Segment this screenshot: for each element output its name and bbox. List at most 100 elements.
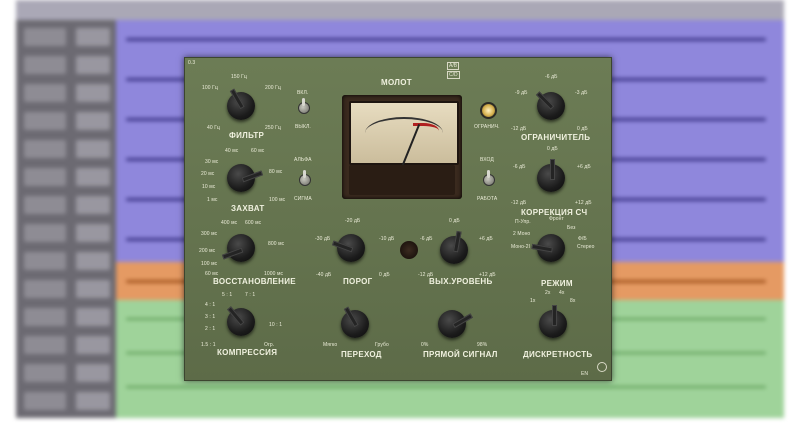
- power-on-label: ВКЛ.: [297, 90, 309, 96]
- release-title: ВОССТАНОВЛЕНИЕ: [213, 277, 296, 286]
- daw-titlebar: [16, 0, 784, 20]
- limiter-tick: -12 дБ: [511, 126, 527, 132]
- discrete-tick: 1x: [530, 298, 536, 304]
- meter-adjust-screw[interactable]: [400, 241, 418, 259]
- language-toggle[interactable]: EN: [581, 371, 588, 377]
- lowcorr-tick: +12 дБ: [575, 200, 592, 206]
- lowcorr-tick: +6 дБ: [577, 164, 591, 170]
- version-label: 0.3: [188, 60, 196, 66]
- filter-tick: 200 Гц: [265, 85, 281, 91]
- limiter-lamp-label: ОГРАНИЧ.: [474, 124, 500, 130]
- threshold-tick: 0 дБ: [379, 272, 390, 278]
- attack-tick: 40 мс: [225, 148, 239, 154]
- ab-badge[interactable]: A/B: [447, 62, 460, 70]
- preset-badge[interactable]: C/D: [447, 71, 460, 79]
- lowcorr-tick: -6 дБ: [513, 164, 526, 170]
- transition-knob[interactable]: [338, 306, 372, 341]
- limiter-tick: -6 дБ: [545, 74, 558, 80]
- meter-face: [349, 101, 459, 168]
- discrete-knob[interactable]: [536, 305, 570, 341]
- output-knob[interactable]: [437, 230, 471, 267]
- input-label: ВХОД: [480, 157, 494, 163]
- filter-tick: 250 Гц: [265, 125, 281, 131]
- sigma-label: СИГМА: [294, 196, 312, 202]
- lowcorr-tick: -12 дБ: [511, 200, 527, 206]
- compression-knob[interactable]: [224, 305, 258, 339]
- threshold-tick: -20 дБ: [345, 218, 361, 224]
- output-tick: 0 дБ: [449, 218, 460, 224]
- output-tick: +6 дБ: [479, 236, 493, 242]
- threshold-tick: -30 дБ: [315, 236, 331, 242]
- plugin-title: МОЛОТ: [381, 78, 412, 87]
- filter-tick: 40 Гц: [207, 125, 221, 131]
- release-tick: 200 мс: [199, 248, 216, 254]
- hammer-logo-icon: [597, 362, 607, 372]
- dry-tick: 0%: [421, 342, 429, 348]
- attack-tick: 1 мс: [207, 197, 218, 203]
- attack-tick: 80 мс: [269, 169, 283, 175]
- mode-tick: Фронт: [549, 216, 564, 222]
- discrete-tick: 8x: [570, 298, 576, 304]
- threshold-tick: -10 дБ: [379, 236, 395, 242]
- power-toggle[interactable]: [298, 98, 310, 114]
- power-off-label: ВЫКЛ.: [295, 124, 311, 130]
- limiter-tick: 0 дБ: [577, 126, 588, 132]
- attack-tick: 20 мс: [201, 171, 215, 177]
- limiter-tick: -3 дБ: [575, 90, 588, 96]
- attack-tick: 10 мс: [202, 184, 216, 190]
- filter-tick: 100 Гц: [202, 85, 218, 91]
- mode-tick: Моно-2I: [511, 244, 531, 250]
- attack-title: ЗАХВАТ: [231, 204, 265, 213]
- filter-tick: 150 Гц: [231, 74, 247, 80]
- attack-tick: 100 мс: [269, 197, 286, 203]
- mode-tick: Без: [567, 225, 576, 231]
- dry-knob[interactable]: [435, 307, 473, 341]
- discrete-tick: 4x: [559, 290, 565, 296]
- plugin-window: 0.3 МОЛОТ A/B C/D 150 Гц 100 Гц 200 Гц 4…: [184, 57, 612, 381]
- lowcorr-tick: 0 дБ: [547, 146, 558, 152]
- alpha-label: АЛЬФА: [294, 157, 312, 163]
- attack-tick: 30 мс: [205, 159, 219, 165]
- compression-tick: 1.5 : 1: [201, 342, 216, 348]
- threshold-title: ПОРОГ: [343, 277, 373, 286]
- mode-tick: Ф/Б: [578, 236, 587, 242]
- transition-tick: Грубо: [375, 342, 389, 348]
- compression-tick: 10 : 1: [269, 322, 283, 328]
- filter-knob[interactable]: [224, 88, 258, 123]
- release-tick: 800 мс: [268, 241, 285, 247]
- mode-tick: П-Упр.: [515, 219, 531, 225]
- discrete-tick: 2x: [545, 290, 551, 296]
- limiter-title: ОГРАНИЧИТЕЛЬ: [521, 133, 591, 142]
- compression-tick: 7 : 1: [245, 292, 256, 298]
- attack-knob[interactable]: [224, 161, 264, 195]
- alpha-sigma-toggle[interactable]: [299, 170, 311, 186]
- dry-title: ПРЯМОЙ СИГНАЛ: [423, 350, 498, 359]
- filter-title: ФИЛЬТР: [229, 131, 265, 140]
- output-tick: -6 дБ: [420, 236, 433, 242]
- compression-tick: 4 : 1: [205, 302, 216, 308]
- work-label: РАБОТА: [477, 196, 498, 202]
- attack-tick: 60 мс: [251, 148, 265, 154]
- limiter-tick: -9 дБ: [515, 90, 528, 96]
- release-tick: 400 мс: [221, 220, 238, 226]
- limiter-lamp: [480, 102, 497, 119]
- mode-tick: Стерео: [577, 244, 595, 250]
- threshold-knob[interactable]: [331, 231, 368, 265]
- mode-title: РЕЖИМ: [541, 279, 573, 288]
- compression-tick: 3 : 1: [205, 314, 216, 320]
- vu-meter: [342, 95, 462, 259]
- compression-tick: 5 : 1: [222, 292, 233, 298]
- mode-knob[interactable]: [531, 231, 568, 265]
- limiter-knob[interactable]: [534, 89, 568, 123]
- track-headers: [16, 20, 116, 418]
- compression-title: КОМПРЕССИЯ: [217, 348, 278, 357]
- dry-tick: 98%: [477, 342, 488, 348]
- threshold-tick: -40 дБ: [316, 272, 332, 278]
- release-tick: 100 мс: [201, 261, 218, 267]
- discrete-title: ДИСКРЕТНОСТЬ: [523, 350, 593, 359]
- release-tick: 300 мс: [201, 231, 218, 237]
- low-correction-knob[interactable]: [534, 159, 568, 195]
- output-title: ВЫХ.УРОВЕНЬ: [429, 277, 493, 286]
- release-knob[interactable]: [221, 231, 258, 265]
- input-work-toggle[interactable]: [483, 170, 495, 186]
